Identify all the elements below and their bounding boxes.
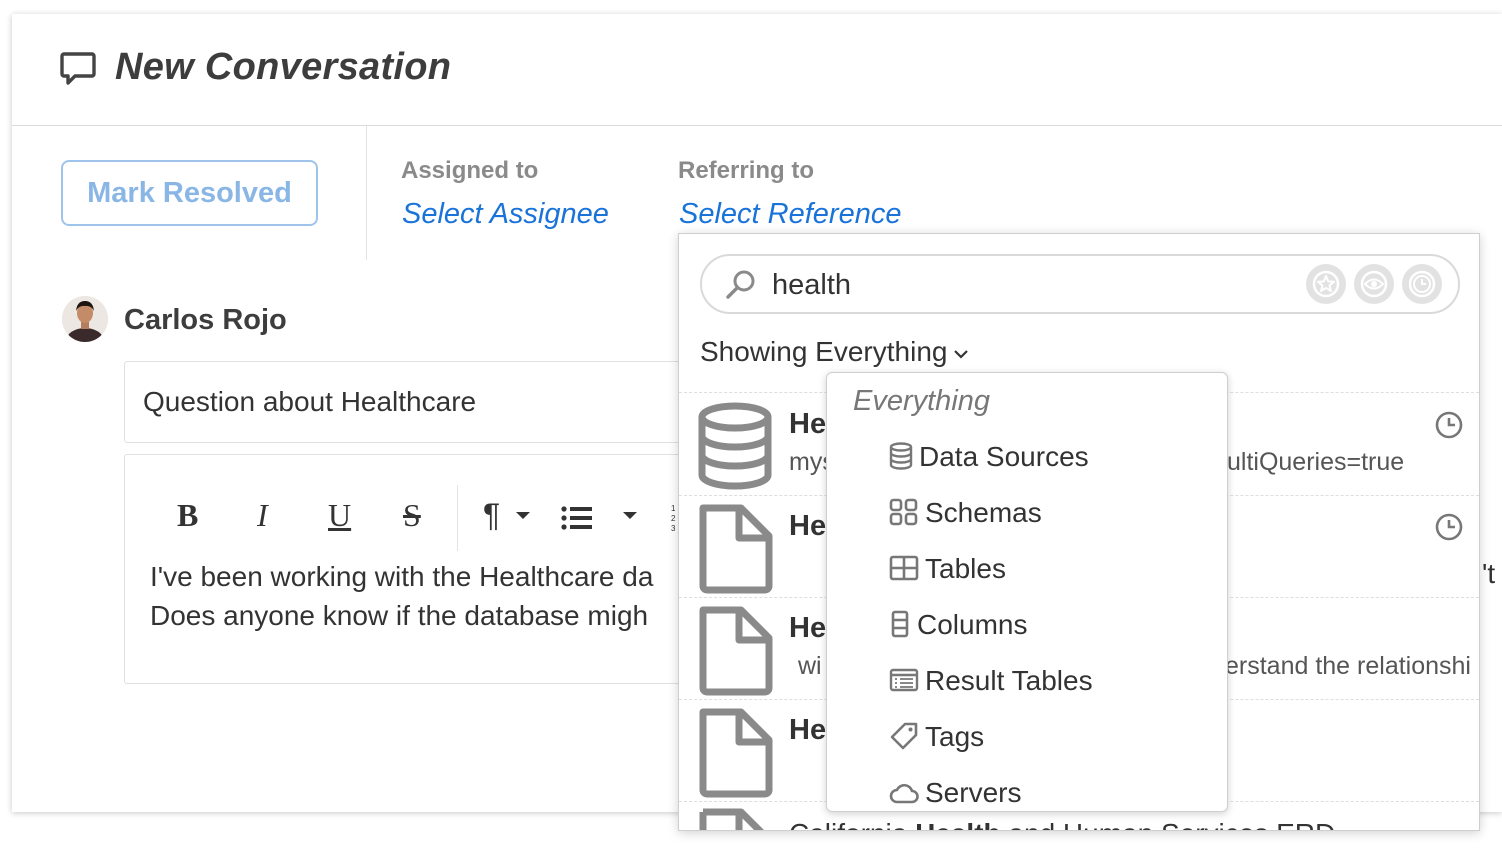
menu-item-tags[interactable]: Tags <box>889 721 984 753</box>
menu-item-label: Data Sources <box>919 441 1089 472</box>
eye-icon <box>1360 270 1388 298</box>
bold-button[interactable]: B <box>177 497 198 534</box>
paragraph-caret-icon[interactable] <box>515 511 531 521</box>
menu-item-result-tables[interactable]: Result Tables <box>889 665 1093 697</box>
result-title: He <box>789 714 827 746</box>
menu-item-schemas[interactable]: Schemas <box>889 497 1042 529</box>
chat-bubble-icon <box>60 52 96 85</box>
svg-text:1: 1 <box>671 504 676 513</box>
subject-text: Question about Healthcare <box>143 386 477 417</box>
type-filter-label: Showing Everything <box>700 336 948 367</box>
menu-item-label: Tables <box>925 553 1006 584</box>
toolbar-divider <box>457 485 458 551</box>
menu-item-columns[interactable]: Columns <box>889 609 1027 641</box>
menu-item-tables[interactable]: Tables <box>889 553 1006 585</box>
search-icon <box>726 270 755 299</box>
page-title: New Conversation <box>115 46 452 88</box>
menu-item-data-sources[interactable]: Data Sources <box>889 441 1089 473</box>
table-icon <box>889 555 919 580</box>
result-subtitle-tail: ultiQueries=true <box>1227 448 1405 476</box>
chevron-down-icon <box>954 349 969 359</box>
mark-resolved-button[interactable]: Mark Resolved <box>61 160 318 226</box>
message-line: Does anyone know if the database migh <box>150 600 649 631</box>
result-title-highlight: Health <box>915 818 1001 830</box>
column-icon <box>891 610 909 637</box>
underline-button[interactable]: U <box>328 497 351 534</box>
svg-text:2: 2 <box>671 514 676 523</box>
schema-icon <box>889 498 918 525</box>
result-title-text: California <box>789 818 915 830</box>
italic-button[interactable]: I <box>257 497 268 534</box>
result-subtitle-tail: erstand the relationshi <box>1225 652 1471 680</box>
referring-to-label: Referring to <box>678 157 815 184</box>
document-icon <box>699 808 764 830</box>
reference-search[interactable] <box>700 254 1460 314</box>
type-filter-toggle[interactable]: Showing Everything <box>700 336 969 368</box>
clock-icon <box>1435 411 1463 439</box>
document-icon <box>699 606 773 696</box>
document-icon <box>699 504 773 594</box>
result-title-text: and Human Services ERD <box>1001 818 1335 830</box>
result-title: He <box>789 408 827 440</box>
select-reference-link[interactable]: Select Reference <box>679 198 901 231</box>
divider <box>366 126 367 260</box>
message-body[interactable]: I've been working with the Healthcare da… <box>150 557 653 635</box>
paragraph-button[interactable]: ¶ <box>483 497 500 534</box>
avatar <box>62 296 108 342</box>
clock-icon <box>1435 513 1463 541</box>
svg-text:3: 3 <box>671 524 676 533</box>
menu-item-label: Schemas <box>925 497 1042 528</box>
menu-item-everything[interactable]: Everything <box>853 385 990 418</box>
database-icon <box>698 402 772 490</box>
strikethrough-button[interactable]: S <box>403 497 421 534</box>
result-title: He <box>789 510 827 542</box>
result-title-partial[interactable]: California Health and Human Services ERD <box>789 818 1335 830</box>
clock-icon <box>1408 270 1436 298</box>
type-filter-menu: Everything Data Sources Schemas Tables C… <box>826 372 1228 812</box>
message-line-tail: 't <box>1482 558 1496 589</box>
menu-item-servers[interactable]: Servers <box>889 777 1021 809</box>
message-line: I've been working with the Healthcare da <box>150 561 654 592</box>
favorites-filter-button[interactable] <box>1306 264 1346 304</box>
bulleted-list-icon[interactable] <box>561 505 593 531</box>
reference-search-input[interactable] <box>772 266 1292 304</box>
menu-item-label: Servers <box>925 777 1022 808</box>
select-assignee-link[interactable]: Select Assignee <box>402 198 609 231</box>
star-icon <box>1312 270 1340 298</box>
author-name: Carlos Rojo <box>124 304 287 336</box>
document-icon <box>699 708 773 798</box>
menu-item-label: Tags <box>925 721 985 752</box>
result-title: He <box>789 612 827 644</box>
result-subtitle: wi <box>798 652 822 680</box>
cloud-icon <box>889 783 919 803</box>
conversation-header: New Conversation <box>12 14 1502 126</box>
result-table-icon <box>889 668 919 691</box>
database-icon <box>889 441 913 470</box>
menu-item-label: Columns <box>917 609 1028 640</box>
menu-item-label: Result Tables <box>925 665 1093 696</box>
list-caret-icon[interactable] <box>622 511 638 521</box>
watched-filter-button[interactable] <box>1354 264 1394 304</box>
recent-filter-button[interactable] <box>1402 264 1442 304</box>
assigned-to-label: Assigned to <box>401 157 539 184</box>
tag-icon <box>890 722 918 749</box>
